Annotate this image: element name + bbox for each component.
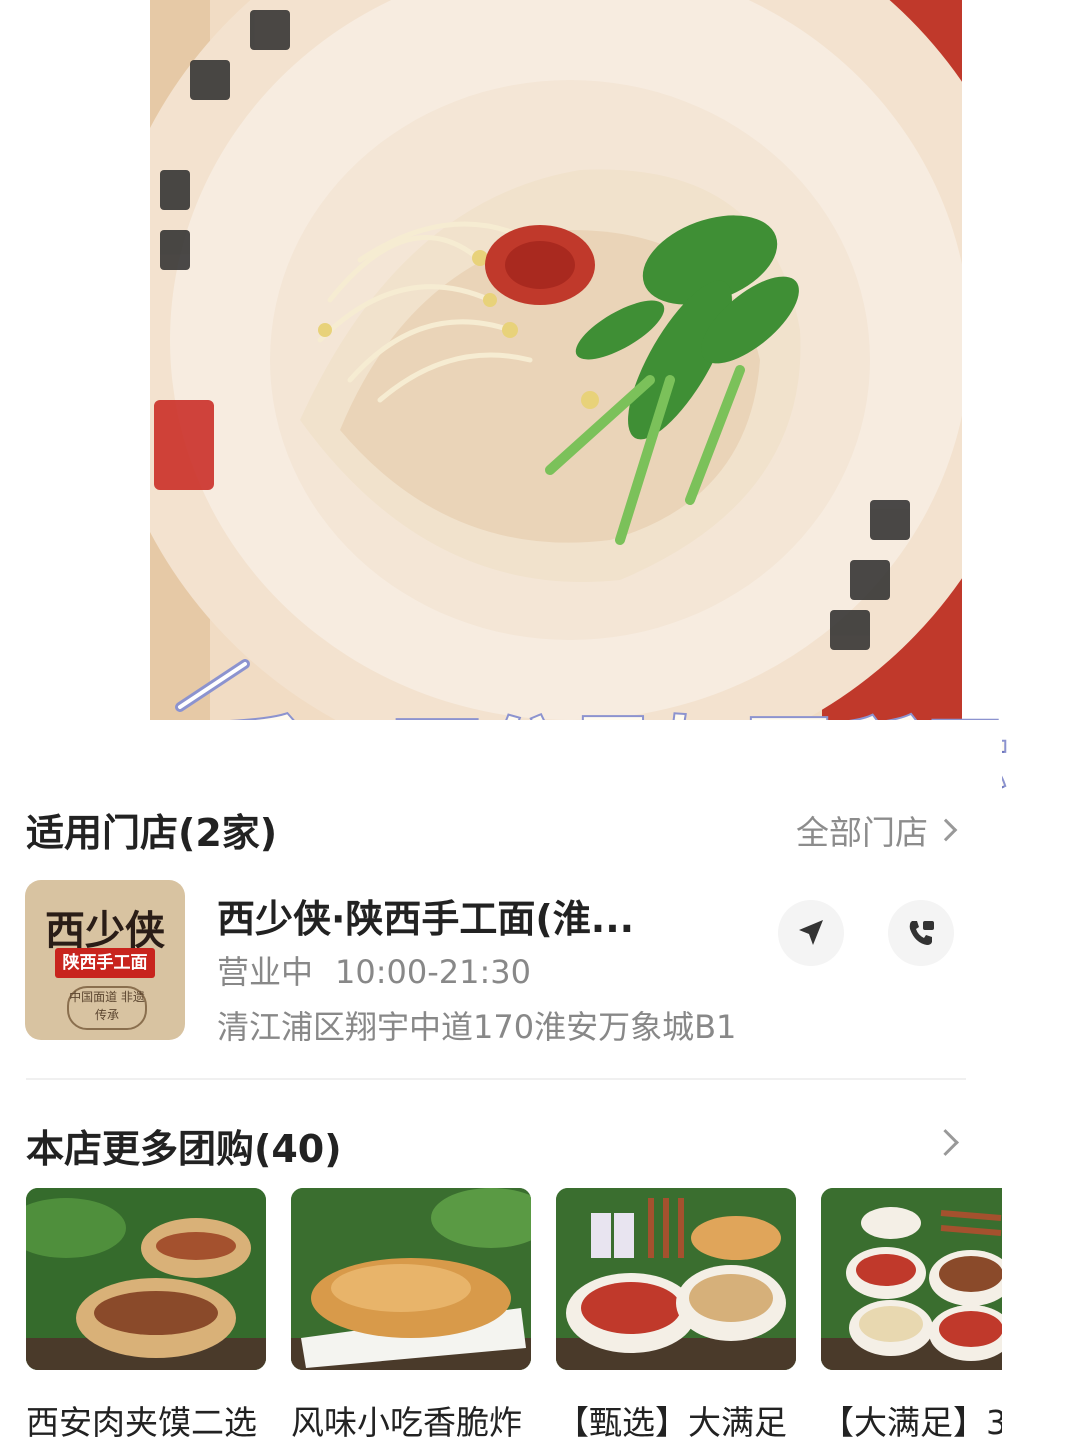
chevron-right-icon xyxy=(934,818,958,842)
deal-thumbnail xyxy=(821,1188,1002,1370)
store-hours-row: 营业中 10:00-21:30 xyxy=(217,947,531,993)
deal-item[interactable]: 【大满足】3 xyxy=(821,1188,1002,1448)
applicable-stores-title: 适用门店(2家) xyxy=(26,811,278,855)
phone-icon xyxy=(909,921,934,945)
deal-thumbnail xyxy=(291,1188,531,1370)
noodle-bowl-image xyxy=(150,0,962,720)
call-button[interactable] xyxy=(888,900,954,966)
all-stores-label: 全部门店 xyxy=(796,813,928,852)
chevron-right-icon[interactable] xyxy=(932,1129,959,1156)
deal-title: 风味小吃香脆炸 xyxy=(291,1403,522,1442)
logo-subtitle: 陕西手工面 xyxy=(55,948,155,978)
hero-food-photo xyxy=(150,0,962,720)
navigation-arrow-icon xyxy=(799,920,823,945)
store-status: 营业中 xyxy=(217,953,314,991)
deal-thumbnail xyxy=(556,1188,796,1370)
store-info-card: 适用门店(2家) 全部门店 西少侠 陕西手工面 中国面道 非遗传承 西少侠·陕西… xyxy=(0,720,1002,1442)
deal-title: 【大满足】3 xyxy=(821,1403,1002,1442)
deal-thumbnail xyxy=(26,1188,266,1370)
store-address: 清江浦区翔宇中道170淮安万象城B1 xyxy=(217,1008,737,1046)
store-name[interactable]: 西少侠·陕西手工面(淮... xyxy=(217,888,634,943)
more-deals-title: 本店更多团购(40) xyxy=(26,1127,342,1171)
deal-title: 【甄选】大满足 xyxy=(556,1403,787,1442)
navigate-button[interactable] xyxy=(778,900,844,966)
store-logo[interactable]: 西少侠 陕西手工面 中国面道 非遗传承 xyxy=(25,880,185,1040)
logo-seal: 中国面道 非遗传承 xyxy=(67,986,147,1030)
deal-title: 西安肉夹馍二选 xyxy=(26,1403,257,1442)
all-stores-link[interactable]: 全部门店 xyxy=(796,806,958,854)
store-opening-hours: 10:00-21:30 xyxy=(335,953,531,991)
section-divider xyxy=(26,1078,966,1080)
